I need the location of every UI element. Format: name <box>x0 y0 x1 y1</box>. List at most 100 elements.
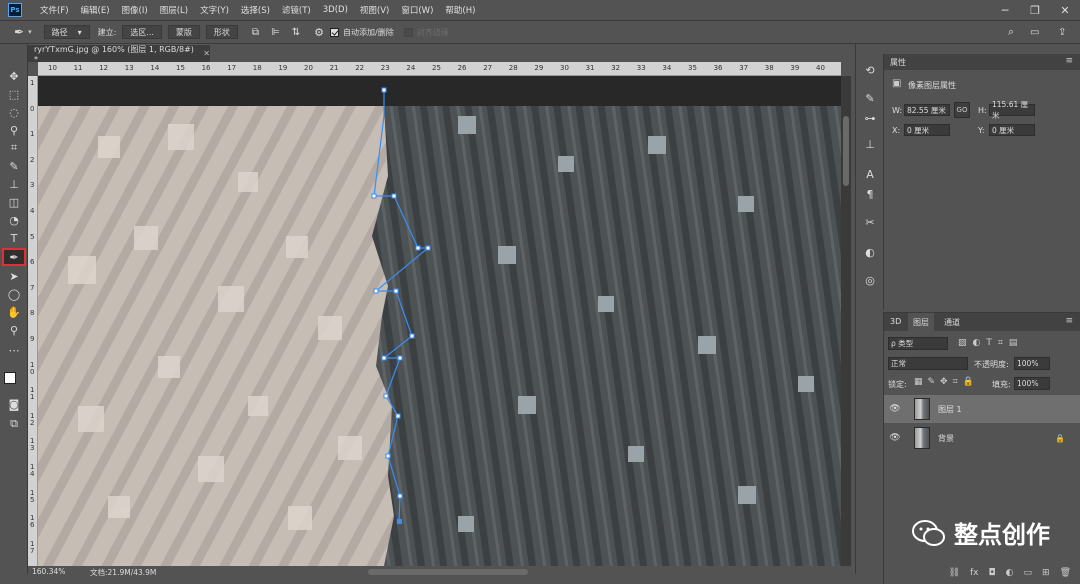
restore-icon[interactable]: ❐ <box>1020 0 1050 20</box>
fx-icon[interactable]: fx <box>970 568 979 578</box>
ellipse-tool-icon[interactable]: ◯ <box>4 286 24 302</box>
filter-icons[interactable]: ▨◐T⌗▤ <box>958 338 1023 348</box>
tab-3d[interactable]: 3D <box>890 317 901 326</box>
close-icon[interactable]: ✕ <box>1050 0 1080 20</box>
gear-icon[interactable]: ⚙ <box>314 26 324 39</box>
history-icon[interactable]: ⟲ <box>862 62 878 78</box>
link-layers-icon[interactable]: ⛓ <box>949 568 960 578</box>
menu-file[interactable]: 文件(F) <box>40 4 69 16</box>
add-mask-icon[interactable]: ◘ <box>989 568 996 578</box>
color-icon[interactable]: ◐ <box>862 244 878 260</box>
layer-row[interactable]: 👁 图层 1 <box>884 395 1080 423</box>
x-field[interactable]: 0 厘米 <box>904 124 950 136</box>
document-canvas[interactable] <box>38 76 841 566</box>
zoom-level[interactable]: 160.34% <box>32 567 65 576</box>
hand-tool-icon[interactable]: ✋ <box>4 304 24 320</box>
layers-tabs: 3D 图层 通道 ≡ <box>884 313 1080 331</box>
menu-3d[interactable]: 3D(D) <box>323 5 348 15</box>
quick-select-tool-icon[interactable]: ⚲ <box>4 122 24 138</box>
opacity-field[interactable]: 100% <box>1014 357 1050 370</box>
close-icon[interactable]: ✕ <box>203 49 210 58</box>
vertical-scrollbar[interactable] <box>841 76 851 566</box>
crop-tool-icon[interactable]: ⌗ <box>4 140 24 156</box>
lock-icons[interactable]: ▦✎✥⌗🔒 <box>914 377 979 387</box>
eraser-tool-icon[interactable]: ◫ <box>4 194 24 210</box>
pen-tool-icon[interactable]: ✒ <box>14 25 24 39</box>
scrollbar-thumb[interactable] <box>843 116 849 186</box>
horizontal-scrollbar[interactable] <box>368 569 528 575</box>
lasso-tool-icon[interactable]: ◌ <box>4 104 24 120</box>
foreground-color-swatch[interactable] <box>4 372 16 384</box>
brush-settings-icon[interactable]: ✎ <box>862 90 878 106</box>
width-field[interactable]: 82.55 厘米 <box>904 104 950 116</box>
layer-filter-select[interactable]: ρ 类型 <box>888 337 948 350</box>
ruler-tick: 22 <box>355 64 365 72</box>
tab-properties[interactable]: 属性 <box>890 57 906 68</box>
menu-filter[interactable]: 滤镜(T) <box>282 4 311 16</box>
clone-source-icon[interactable]: ⊥ <box>862 136 878 152</box>
path-arrangement-icon[interactable]: ⇅ <box>292 27 300 38</box>
more-tools-icon[interactable]: ⋯ <box>4 342 24 358</box>
visibility-eye-icon[interactable]: 👁 <box>884 404 906 414</box>
dodge-tool-icon[interactable]: ◔ <box>4 212 24 228</box>
adjustments-icon[interactable]: ⊶ <box>862 110 878 126</box>
visibility-eye-icon[interactable]: 👁 <box>884 433 906 443</box>
character-icon[interactable]: A <box>862 166 878 182</box>
make-shape-button[interactable]: 形状 <box>205 25 238 39</box>
menu-type[interactable]: 文字(Y) <box>200 4 229 16</box>
trash-icon[interactable]: 🗑 <box>1060 568 1071 578</box>
menu-view[interactable]: 视图(V) <box>360 4 389 16</box>
document-tab[interactable]: ryrYTxmG.jpg @ 160% (图层 1, RGB/8#) * ✕ <box>28 44 210 64</box>
tab-layers[interactable]: 图层 <box>908 313 934 331</box>
workspace-icon[interactable]: ▭ <box>1030 27 1039 38</box>
align-edges-checkbox[interactable] <box>403 27 413 37</box>
stamp-tool-icon[interactable]: ⊥ <box>4 176 24 192</box>
paragraph-icon[interactable]: ¶ <box>862 186 878 202</box>
brush-tool-icon[interactable]: ✎ <box>4 158 24 174</box>
menu-icon[interactable]: ≡ <box>1065 316 1073 326</box>
chevron-down-icon[interactable]: ▾ <box>28 28 32 36</box>
menu-edit[interactable]: 编辑(E) <box>81 4 110 16</box>
fill-field[interactable]: 100% <box>1014 377 1050 390</box>
minimize-icon[interactable]: ─ <box>990 0 1020 20</box>
libraries-icon[interactable]: ◎ <box>862 272 878 288</box>
screen-mode-icon[interactable]: ⧉ <box>4 416 24 432</box>
ruler-tick: 38 <box>764 64 774 72</box>
auto-add-delete-checkbox[interactable] <box>330 27 340 37</box>
tab-channels[interactable]: 通道 <box>944 317 960 328</box>
menu-icon[interactable]: ≡ <box>1065 56 1073 66</box>
quick-mask-icon[interactable]: ◙ <box>4 396 24 412</box>
zoom-tool-icon[interactable]: ⚲ <box>4 322 24 338</box>
ruler-tick: 26 <box>457 64 467 72</box>
make-mask-button[interactable]: 蒙版 <box>167 25 200 39</box>
document-size: 文档:21.9M/43.9M <box>90 568 157 577</box>
marquee-tool-icon[interactable]: ⬚ <box>4 86 24 102</box>
move-tool-icon[interactable]: ✥ <box>4 68 24 84</box>
height-field[interactable]: 115.61 厘米 <box>989 100 1035 120</box>
menu-window[interactable]: 窗口(W) <box>401 4 433 16</box>
pen-tool-icon[interactable]: ✒ <box>2 248 26 266</box>
menu-help[interactable]: 帮助(H) <box>445 4 475 16</box>
menu-image[interactable]: 图像(I) <box>122 4 148 16</box>
path-mode-select[interactable]: 路径 ▾ <box>43 25 90 39</box>
menu-select[interactable]: 选择(S) <box>241 4 270 16</box>
search-icon[interactable]: ⌕ <box>1008 25 1014 39</box>
group-icon[interactable]: ▭ <box>1024 568 1033 578</box>
layer-row[interactable]: 👁 背景 🔒 <box>884 424 1080 452</box>
layer-name[interactable]: 图层 1 <box>938 404 962 415</box>
type-tool-icon[interactable]: T <box>4 230 24 246</box>
menu-layer[interactable]: 图层(L) <box>160 4 188 16</box>
share-icon[interactable]: ⇪ <box>1058 27 1066 38</box>
path-alignment-icon[interactable]: ⊫ <box>271 27 280 38</box>
link-dimensions-button[interactable]: GO <box>954 102 970 118</box>
path-operations-icon[interactable]: ⧉ <box>252 27 259 38</box>
y-field[interactable]: 0 厘米 <box>989 124 1035 136</box>
path-selection-tool-icon[interactable]: ➤ <box>4 268 24 284</box>
new-layer-icon[interactable]: ⊞ <box>1042 568 1050 578</box>
ruler-tick: 3 <box>30 181 35 190</box>
make-selection-button[interactable]: 选区... <box>122 25 162 39</box>
layer-name[interactable]: 背景 <box>938 433 954 444</box>
adjustment-layer-icon[interactable]: ◐ <box>1006 568 1014 578</box>
blend-mode-select[interactable]: 正常 <box>888 357 968 370</box>
tools-icon[interactable]: ✂ <box>862 214 878 230</box>
